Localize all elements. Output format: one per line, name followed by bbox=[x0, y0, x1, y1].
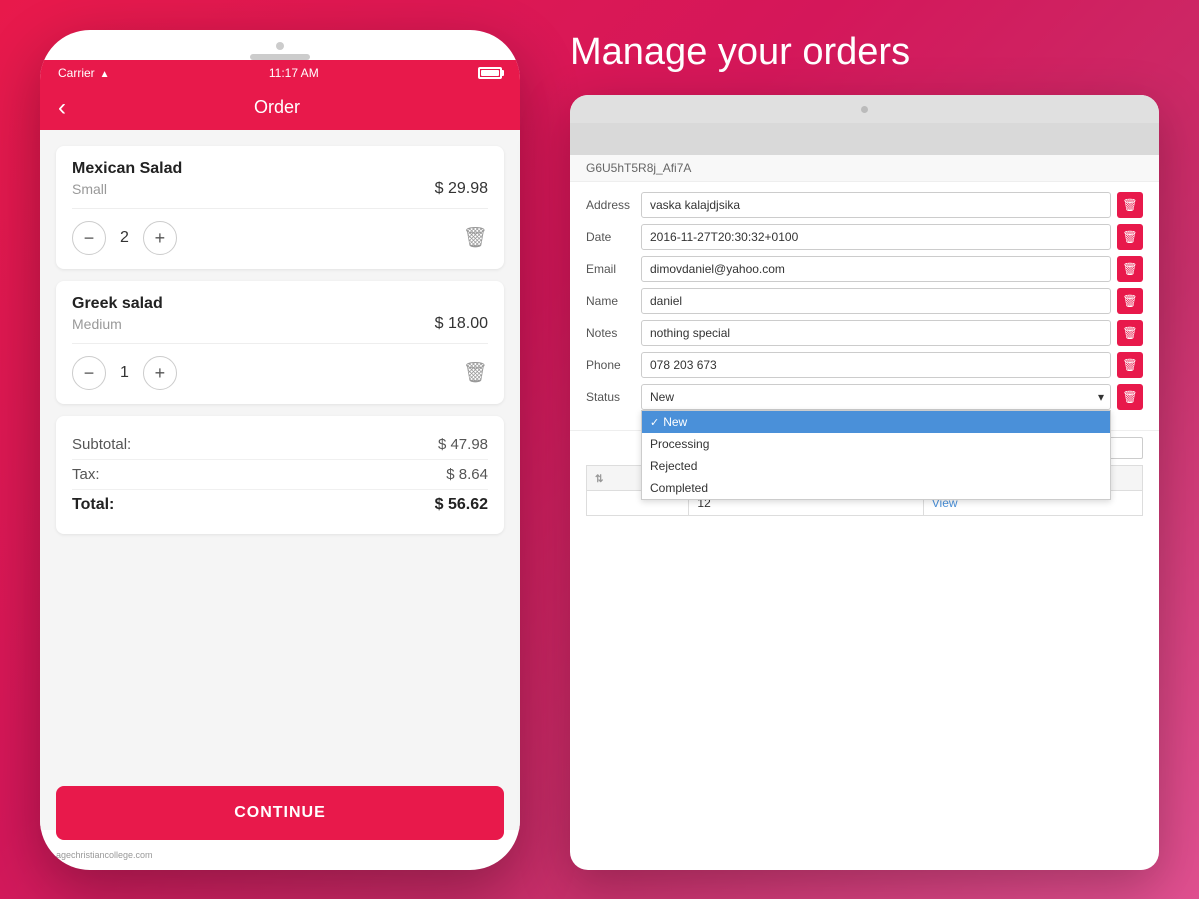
status-bar: Carrier 11:17 AM bbox=[40, 60, 520, 86]
continue-button[interactable]: CONTINUE bbox=[56, 786, 504, 840]
notes-delete-button[interactable]: 🗑 bbox=[1117, 320, 1143, 346]
status-dropdown-container: New New Processing Rejected Completed bbox=[641, 384, 1111, 410]
item-2-name: Greek salad bbox=[72, 295, 488, 313]
phone-camera bbox=[276, 42, 284, 50]
status-option-completed[interactable]: Completed bbox=[642, 477, 1110, 499]
time-label: 11:17 AM bbox=[269, 66, 319, 80]
tablet-top-bar bbox=[570, 95, 1159, 123]
wifi-icon bbox=[100, 66, 110, 80]
phone-speaker bbox=[250, 54, 310, 60]
tablet-mockup: G6U5hT5R8j_Afi7A Address 🗑 Date 🗑 Em bbox=[570, 95, 1159, 869]
phone-content: Mexican Salad Small $ 29.98 − 2 + 🗑 Gree… bbox=[40, 130, 520, 830]
phone-top bbox=[40, 30, 520, 60]
item-1-name: Mexican Salad bbox=[72, 160, 488, 178]
total-value: $ 56.62 bbox=[435, 496, 488, 514]
nav-bar: ‹ Order bbox=[40, 86, 520, 130]
phone-mockup: Carrier 11:17 AM ‹ Order Mexican Salad S… bbox=[40, 30, 520, 870]
date-field-row: Date 🗑 bbox=[586, 224, 1143, 250]
item-1-size: Small bbox=[72, 181, 107, 197]
admin-header-bar bbox=[570, 123, 1159, 155]
status-option-processing[interactable]: Processing bbox=[642, 433, 1110, 455]
item-1-size-price: Small $ 29.98 bbox=[72, 180, 488, 198]
tablet-content: G6U5hT5R8j_Afi7A Address 🗑 Date 🗑 Em bbox=[570, 123, 1159, 522]
sort-icon-1: ⇅ bbox=[595, 474, 603, 485]
phone-field-row: Phone 🗑 bbox=[586, 352, 1143, 378]
date-delete-button[interactable]: 🗑 bbox=[1117, 224, 1143, 250]
item-1-decrease-button[interactable]: − bbox=[72, 221, 106, 255]
status-dropdown-menu: New Processing Rejected Completed bbox=[641, 410, 1111, 500]
panel-title: Manage your orders bbox=[570, 30, 1159, 76]
subtotal-value: $ 47.98 bbox=[438, 436, 488, 453]
tax-row: Tax: $ 8.64 bbox=[72, 460, 488, 490]
status-select[interactable]: New bbox=[641, 384, 1111, 410]
right-panel: Manage your orders G6U5hT5R8j_Afi7A Addr… bbox=[570, 30, 1159, 870]
phone-delete-button[interactable]: 🗑 bbox=[1117, 352, 1143, 378]
carrier-label: Carrier bbox=[58, 66, 95, 80]
item-2-divider bbox=[72, 343, 488, 344]
subtotal-label: Subtotal: bbox=[72, 436, 131, 453]
item-1-divider bbox=[72, 208, 488, 209]
email-delete-button[interactable]: 🗑 bbox=[1117, 256, 1143, 282]
item-2-price: $ 18.00 bbox=[435, 315, 488, 333]
record-id: G6U5hT5R8j_Afi7A bbox=[586, 161, 691, 175]
name-delete-button[interactable]: 🗑 bbox=[1117, 288, 1143, 314]
item-2-qty-controls: − 1 + bbox=[72, 356, 177, 390]
item-1-increase-button[interactable]: + bbox=[143, 221, 177, 255]
status-label: Status bbox=[586, 390, 641, 404]
totals-card: Subtotal: $ 47.98 Tax: $ 8.64 Total: $ 5… bbox=[56, 416, 504, 534]
notes-field-row: Notes 🗑 bbox=[586, 320, 1143, 346]
address-label: Address bbox=[586, 198, 641, 212]
notes-input[interactable] bbox=[641, 320, 1111, 346]
status-selected-value: New bbox=[650, 390, 674, 404]
item-2-size-price: Medium $ 18.00 bbox=[72, 315, 488, 333]
status-option-rejected[interactable]: Rejected bbox=[642, 455, 1110, 477]
item-2-quantity: 1 bbox=[120, 364, 129, 382]
subtotal-row: Subtotal: $ 47.98 bbox=[72, 430, 488, 460]
phone-label: Phone bbox=[586, 358, 641, 372]
address-delete-button[interactable]: 🗑 bbox=[1117, 192, 1143, 218]
date-input[interactable] bbox=[641, 224, 1111, 250]
tax-label: Tax: bbox=[72, 466, 100, 483]
status-delete-button[interactable]: 🗑 bbox=[1117, 384, 1143, 410]
item-1-quantity: 2 bbox=[120, 229, 129, 247]
total-row: Total: $ 56.62 bbox=[72, 490, 488, 520]
tax-value: $ 8.64 bbox=[446, 466, 488, 483]
order-item-1: Mexican Salad Small $ 29.98 − 2 + 🗑 bbox=[56, 146, 504, 269]
status-left: Carrier bbox=[58, 66, 110, 80]
name-field-row: Name 🗑 bbox=[586, 288, 1143, 314]
status-option-new[interactable]: New bbox=[642, 411, 1110, 433]
item-2-controls: − 1 + 🗑 bbox=[72, 356, 488, 390]
address-input[interactable] bbox=[641, 192, 1111, 218]
item-2-decrease-button[interactable]: − bbox=[72, 356, 106, 390]
battery-icon bbox=[478, 67, 502, 79]
item-1-delete-button[interactable]: 🗑 bbox=[463, 225, 488, 250]
email-field-row: Email 🗑 bbox=[586, 256, 1143, 282]
item-2-delete-button[interactable]: 🗑 bbox=[463, 360, 488, 385]
item-1-qty-controls: − 2 + bbox=[72, 221, 177, 255]
status-field-row: Status New New Processing Rejected Compl… bbox=[586, 384, 1143, 410]
address-field-row: Address 🗑 bbox=[586, 192, 1143, 218]
order-item-2: Greek salad Medium $ 18.00 − 1 + 🗑 bbox=[56, 281, 504, 404]
email-input[interactable] bbox=[641, 256, 1111, 282]
watermark: agechristiancollege.com bbox=[56, 850, 153, 860]
admin-id-bar: G6U5hT5R8j_Afi7A bbox=[570, 155, 1159, 182]
nav-title: Order bbox=[76, 97, 478, 118]
item-2-size: Medium bbox=[72, 316, 122, 332]
item-1-controls: − 2 + 🗑 bbox=[72, 221, 488, 255]
phone-input[interactable] bbox=[641, 352, 1111, 378]
notes-label: Notes bbox=[586, 326, 641, 340]
tablet-camera bbox=[861, 106, 868, 113]
back-button[interactable]: ‹ bbox=[58, 96, 66, 120]
admin-fields: Address 🗑 Date 🗑 Email 🗑 bbox=[570, 182, 1159, 426]
item-1-price: $ 29.98 bbox=[435, 180, 488, 198]
item-2-increase-button[interactable]: + bbox=[143, 356, 177, 390]
date-label: Date bbox=[586, 230, 641, 244]
email-label: Email bbox=[586, 262, 641, 276]
total-label: Total: bbox=[72, 496, 114, 514]
name-input[interactable] bbox=[641, 288, 1111, 314]
name-label: Name bbox=[586, 294, 641, 308]
